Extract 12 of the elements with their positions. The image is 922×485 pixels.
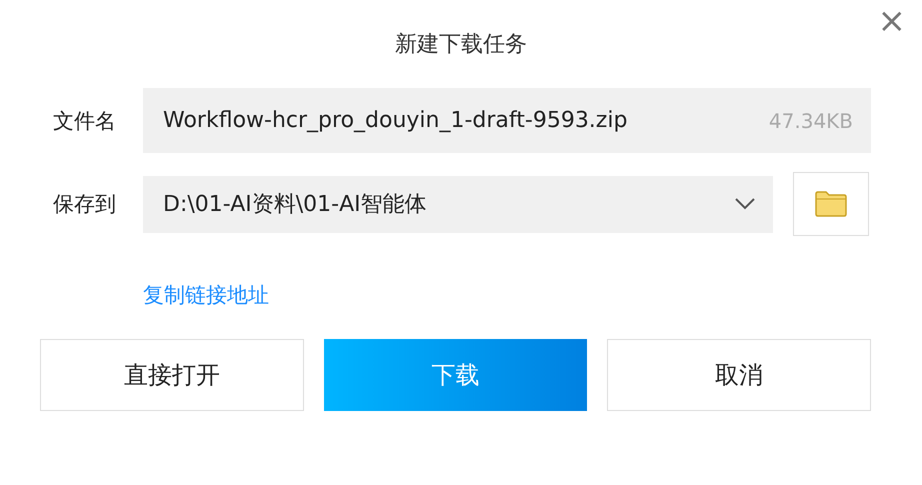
file-size: 47.34KB — [768, 108, 853, 132]
folder-icon — [815, 191, 847, 217]
save-path-dropdown[interactable]: D:\01-AI资料\01-AI智能体 — [143, 176, 773, 232]
dialog-button[interactable]: 取消 — [606, 339, 871, 411]
filename-field[interactable]: Workflow-hcr_pro_douyin_1-draft-9593.zip 47.34KB — [143, 88, 871, 153]
browse-folder-button[interactable] — [793, 172, 869, 236]
close-button[interactable]: × — [872, 4, 912, 38]
dialog-button[interactable]: 直接打开 — [40, 339, 304, 411]
window-title: 新建下载任务 — [395, 31, 527, 59]
chevron-down-icon — [735, 198, 755, 210]
field-label: 保存到 — [52, 191, 117, 218]
field-label: 文件名 — [52, 108, 117, 134]
